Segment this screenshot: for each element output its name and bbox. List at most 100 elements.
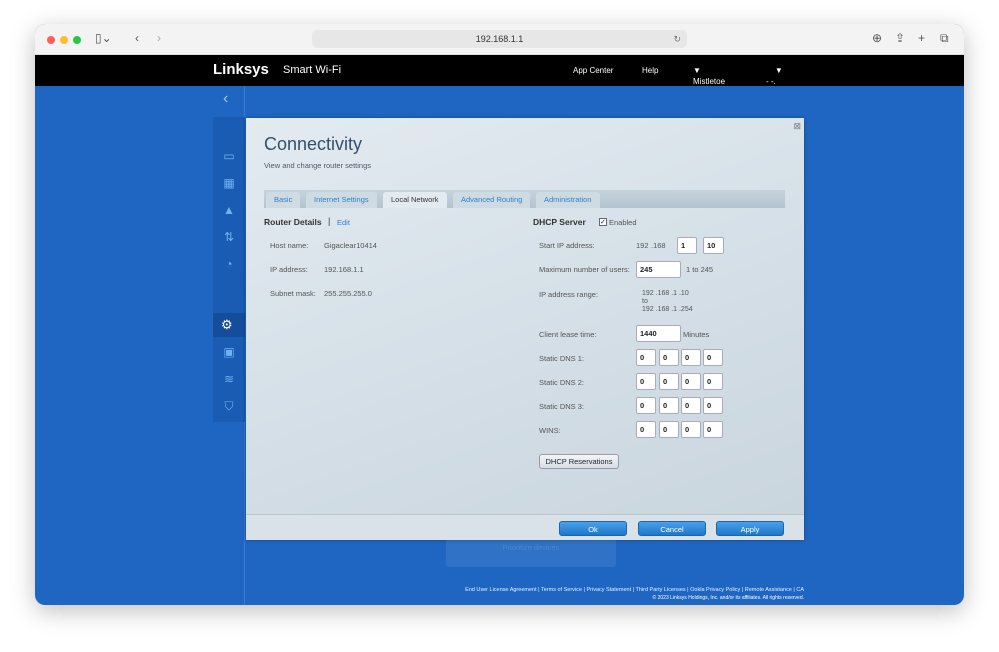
tab-local-network[interactable]: Local Network: [383, 192, 447, 208]
dhcp-reservations-button[interactable]: DHCP Reservations: [539, 454, 619, 469]
cancel-button[interactable]: Cancel: [638, 521, 706, 536]
dns2-octet-1[interactable]: 0: [636, 373, 656, 390]
ip-range-to-word: to: [642, 298, 648, 305]
ok-button[interactable]: Ok: [559, 521, 627, 536]
connectivity-dialog: ⊠ Connectivity View and change router se…: [246, 118, 804, 540]
page-subtitle: View and change router settings: [264, 161, 372, 170]
dhcp-enabled-checkbox[interactable]: ✓: [599, 218, 607, 226]
wins-octet-4[interactable]: 0: [703, 421, 723, 438]
ip-address-label: IP address:: [270, 265, 308, 274]
back-icon[interactable]: ‹: [135, 31, 139, 45]
wins-octet-2[interactable]: 0: [659, 421, 679, 438]
app-center-link[interactable]: App Center: [573, 66, 613, 75]
footer-link-eula[interactable]: End User License Agreement: [465, 587, 537, 593]
dns1-octet-3[interactable]: 0: [681, 349, 701, 366]
troubleshooting-icon[interactable]: ▣: [221, 345, 237, 359]
collapse-sidebar-icon[interactable]: ‹: [223, 90, 228, 108]
tabs-overview-icon[interactable]: ⧉: [940, 31, 949, 46]
gear-icon: ⚙: [221, 317, 233, 332]
devices-icon[interactable]: ▭: [221, 149, 237, 163]
dns3-octet-1[interactable]: 0: [636, 397, 656, 414]
edit-link[interactable]: Edit: [337, 218, 350, 227]
page-title: Connectivity: [264, 134, 363, 154]
minutes-label: Minutes: [683, 330, 710, 339]
network-menu[interactable]: Mistletoe ▼: [693, 66, 725, 86]
security-icon[interactable]: ⛉: [221, 399, 237, 413]
host-name-value: Gigaclear10414: [324, 241, 377, 250]
close-dialog-icon[interactable]: ⊠: [793, 121, 801, 132]
footer-link-terms[interactable]: Terms of Service: [541, 587, 582, 593]
wins-octet-3[interactable]: 0: [681, 421, 701, 438]
separator: |: [328, 216, 331, 226]
footer-link-third-party[interactable]: Third Party Licenses: [636, 587, 686, 593]
tab-internet-settings[interactable]: Internet Settings: [306, 192, 377, 208]
footer-link-region[interactable]: CA: [796, 587, 804, 593]
sidebar-item-connectivity[interactable]: ⚙: [213, 313, 245, 337]
dns2-octet-2[interactable]: 0: [659, 373, 679, 390]
forward-icon[interactable]: ›: [157, 31, 161, 45]
speed-test-icon[interactable]: ◔: [221, 257, 237, 271]
dns3-octet-4[interactable]: 0: [703, 397, 723, 414]
tab-bar: Basic Internet Settings Local Network Ad…: [264, 190, 785, 208]
user-menu[interactable]: - -. ▼: [766, 66, 783, 86]
lease-time-label: Client lease time:: [539, 330, 597, 339]
dns3-octet-2[interactable]: 0: [659, 397, 679, 414]
start-ip-octet-4-input[interactable]: 10: [703, 237, 724, 254]
parental-controls-icon[interactable]: ▦: [221, 176, 237, 190]
dns2-label: Static DNS 2:: [539, 378, 585, 387]
new-tab-icon[interactable]: +: [918, 31, 925, 45]
start-ip-label: Start IP address:: [539, 241, 595, 250]
footer-links: End User License Agreement | Terms of Se…: [465, 587, 804, 593]
footer-link-ookla[interactable]: Ookla Privacy Policy: [690, 587, 740, 593]
tab-basic[interactable]: Basic: [266, 192, 301, 208]
reload-icon[interactable]: ↻: [673, 30, 681, 48]
dns3-label: Static DNS 3:: [539, 402, 585, 411]
dns1-octet-2[interactable]: 0: [659, 349, 679, 366]
footer-link-privacy[interactable]: Privacy Statement: [586, 587, 631, 593]
minimize-window-button[interactable]: [60, 36, 68, 44]
start-ip-octet-1: 192: [636, 241, 649, 250]
dhcp-enabled-label: Enabled: [609, 218, 637, 227]
dns1-label: Static DNS 1:: [539, 354, 585, 363]
wireless-icon[interactable]: ≋: [221, 372, 237, 386]
dns3-octet-3[interactable]: 0: [681, 397, 701, 414]
start-ip-octet-3-input[interactable]: 1: [677, 237, 697, 254]
copyright: © 2023 Linksys Holdings, Inc. and/or its…: [652, 595, 804, 601]
dns1-octet-4[interactable]: 0: [703, 349, 723, 366]
app-header: Linksys Smart Wi-Fi App Center Help Mist…: [35, 55, 964, 86]
host-name-label: Host name:: [270, 241, 309, 250]
max-users-input[interactable]: 245: [636, 261, 681, 278]
sidebar-toggle-icon[interactable]: ▯⌄: [95, 31, 112, 45]
ip-range-to: 192 .168 .1 .254: [642, 306, 693, 313]
dialog-footer: Ok Cancel Apply: [246, 514, 804, 540]
tab-administration[interactable]: Administration: [536, 192, 600, 208]
alert-icon[interactable]: ▲: [221, 203, 237, 217]
browser-window: ▯⌄ ‹ › 192.168.1.1 ↻ ⊕ ⇪ + ⧉ Linksys Smar…: [35, 24, 964, 605]
dns1-octet-1[interactable]: 0: [636, 349, 656, 366]
ip-range-from: 192 .168 .1 .10: [642, 290, 689, 297]
media-prioritization-icon[interactable]: ⇅: [221, 230, 237, 244]
user-name: - -.: [766, 77, 776, 86]
subnet-mask-label: Subnet mask:: [270, 289, 316, 298]
linksys-logo: Linksys: [213, 61, 269, 78]
start-ip-octet-2: .168: [651, 241, 666, 250]
address-bar[interactable]: 192.168.1.1 ↻: [312, 30, 687, 48]
close-window-button[interactable]: [47, 36, 55, 44]
apply-button[interactable]: Apply: [716, 521, 784, 536]
footer-link-remote[interactable]: Remote Assistance: [745, 587, 792, 593]
lease-time-input[interactable]: 1440: [636, 325, 681, 342]
ip-range-label: IP address range:: [539, 290, 599, 299]
share-icon[interactable]: ⇪: [895, 31, 905, 45]
dns2-octet-4[interactable]: 0: [703, 373, 723, 390]
max-users-range: 1 to 245: [686, 265, 714, 274]
tab-advanced-routing[interactable]: Advanced Routing: [453, 192, 531, 208]
product-name: Smart Wi-Fi: [283, 64, 342, 76]
ip-address-value: 192.168.1.1: [324, 265, 364, 274]
browser-toolbar: ▯⌄ ‹ › 192.168.1.1 ↻ ⊕ ⇪ + ⧉: [35, 24, 964, 55]
zoom-window-button[interactable]: [73, 36, 81, 44]
wins-octet-1[interactable]: 0: [636, 421, 656, 438]
dns2-octet-3[interactable]: 0: [681, 373, 701, 390]
download-icon[interactable]: ⊕: [872, 31, 882, 45]
help-link[interactable]: Help: [642, 66, 658, 75]
router-details-heading: Router Details: [264, 217, 322, 227]
